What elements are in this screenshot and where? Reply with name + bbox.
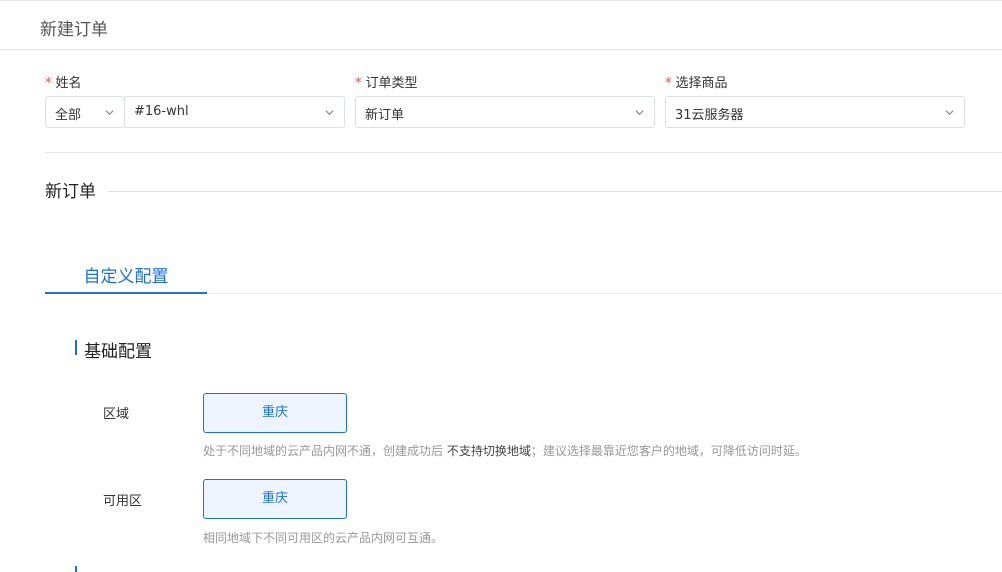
chevron-down-icon: [325, 110, 334, 116]
name-label: * 姓名: [45, 76, 82, 91]
form-divider: [45, 152, 1002, 153]
name-scope-select[interactable]: 全部: [45, 96, 125, 128]
next-group-marker: [75, 566, 77, 572]
required-mark: *: [355, 76, 362, 91]
page-header: 新建订单: [0, 0, 1002, 50]
zone-option-chongqing[interactable]: 重庆: [203, 479, 347, 519]
basic-config-title: 基础配置: [75, 337, 152, 362]
region-option-chongqing[interactable]: 重庆: [203, 393, 347, 433]
required-mark: *: [665, 76, 672, 91]
chevron-down-icon: [635, 110, 644, 116]
name-select[interactable]: #16-whl: [124, 96, 345, 128]
name-value: #16-whl: [134, 104, 189, 119]
required-mark: *: [45, 76, 52, 91]
chevron-down-icon: [945, 110, 954, 116]
section-divider: [108, 191, 1002, 192]
tab-active-indicator: [45, 292, 207, 294]
zone-label: 可用区: [103, 494, 143, 509]
zone-help-text: 相同地域下不同可用区的云产品内网可互通。: [203, 531, 444, 545]
product-label: * 选择商品: [665, 76, 728, 91]
product-value: 31云服务器: [675, 108, 744, 123]
region-label: 区域: [103, 407, 130, 422]
order-type-select[interactable]: 新订单: [355, 96, 655, 128]
region-help-strong: 不支持切换地域: [446, 444, 531, 458]
section-title: 新订单: [45, 182, 96, 202]
order-type-label: * 订单类型: [355, 76, 418, 91]
product-select[interactable]: 31云服务器: [665, 96, 965, 128]
page-title: 新建订单: [40, 20, 108, 40]
region-help-text: 处于不同地域的云产品内网不通，创建成功后 不支持切换地域；建议选择最靠近您客户的…: [203, 444, 807, 458]
chevron-down-icon: [105, 110, 114, 116]
tab-custom-config[interactable]: 自定义配置: [45, 258, 207, 294]
name-scope-value: 全部: [55, 108, 82, 123]
order-type-value: 新订单: [365, 108, 405, 123]
